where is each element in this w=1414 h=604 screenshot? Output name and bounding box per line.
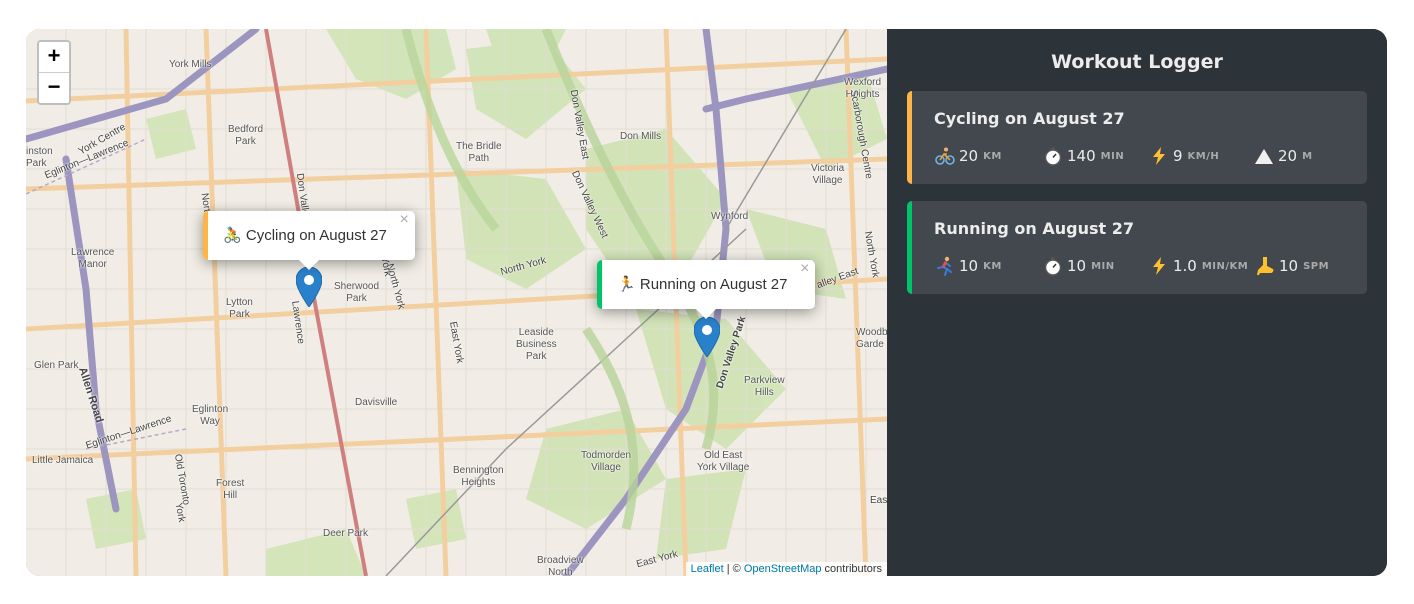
lightning-icon — [1149, 146, 1169, 166]
workout-accent-bar — [907, 201, 912, 294]
lightning-icon — [1149, 256, 1169, 276]
stat-unit: MIN — [1091, 260, 1115, 272]
label-forest-hill: Forest Hill — [216, 478, 245, 501]
sidebar: Workout Logger Cycling on August 27 20 KM… — [887, 29, 1387, 576]
label-eas: Eas — [870, 495, 887, 506]
label-inston-park: inston Park — [26, 146, 53, 169]
app-container: York Mills Bedford Park The Bridle Path … — [26, 29, 1387, 576]
label-woodbine-gardens: Woodb Garde — [856, 327, 887, 350]
label-leaside-business-park: Leaside Business Park — [516, 327, 557, 362]
stat-pace: 1.0 MIN/KM — [1149, 256, 1248, 276]
stat-speed: 9 KM/H — [1149, 146, 1219, 166]
stat-unit: M — [1302, 150, 1313, 162]
label-sherwood-park: Sherwood Park — [334, 281, 380, 304]
label-broadview-north: Broadview North — [537, 555, 584, 576]
stat-value: 10 — [959, 257, 979, 275]
label-bedford-park: Bedford Park — [228, 124, 264, 147]
popup-close-button[interactable]: × — [399, 195, 408, 244]
zoom-in-button[interactable]: + — [39, 42, 69, 72]
stat-value: 140 — [1067, 147, 1096, 165]
zoom-out-button[interactable]: − — [39, 72, 69, 103]
label-the-bridle-path: The Bridle Path — [456, 141, 502, 164]
stopwatch-icon — [1043, 256, 1063, 276]
stat-duration: 10 MIN — [1043, 256, 1115, 276]
popup-running: 🏃 Running on August 27 × — [597, 260, 816, 319]
workout-accent-bar — [907, 91, 912, 184]
map-attribution: Leaflet | © OpenStreetMap contributors — [685, 562, 887, 576]
zoom-control: + − — [37, 40, 71, 105]
stat-distance: 20 KM — [935, 146, 1002, 166]
popup-accent-cycling — [203, 211, 208, 260]
leaflet-link[interactable]: Leaflet — [691, 563, 724, 575]
attribution-separator: | © — [723, 563, 744, 575]
stat-unit: SPM — [1303, 260, 1330, 272]
workout-card-cycling[interactable]: Cycling on August 27 20 KM 140 MIN 9 KM/H — [907, 91, 1367, 184]
stat-unit: MIN/KM — [1201, 260, 1249, 272]
stat-value: 20 — [1278, 147, 1298, 165]
stat-value: 10 — [1279, 257, 1299, 275]
mountain-icon — [1254, 146, 1274, 166]
popup-text: Running on August 27 — [639, 276, 788, 293]
stat-value: 9 — [1173, 147, 1183, 165]
stat-unit: KM — [983, 150, 1002, 162]
openstreetmap-link[interactable]: OpenStreetMap — [744, 563, 822, 575]
stat-value: 10 — [1067, 257, 1087, 275]
label-wynford: Wynford — [711, 211, 749, 222]
label-bennington-heights: Bennington Heights — [453, 465, 504, 488]
attribution-suffix: contributors — [821, 563, 882, 575]
stat-distance: 10 KM — [935, 256, 1002, 276]
stopwatch-icon — [1043, 146, 1063, 166]
popup-text: Cycling on August 27 — [245, 227, 387, 244]
workout-title: Cycling on August 27 — [934, 109, 1125, 128]
map-marker-cycling[interactable] — [296, 267, 322, 307]
label-deer-park: Deer Park — [323, 528, 369, 539]
map[interactable]: York Mills Bedford Park The Bridle Path … — [26, 29, 887, 576]
popup-close-button[interactable]: × — [800, 244, 809, 293]
popup-tip — [298, 260, 319, 270]
stat-value: 20 — [959, 147, 979, 165]
stat-cadence: 10 SPM — [1255, 256, 1329, 276]
label-lawrence-manor: Lawrence Manor — [71, 247, 115, 270]
label-todmorden-village: Todmorden Village — [581, 450, 632, 473]
popup-accent-running — [597, 260, 602, 309]
popup-tip — [696, 309, 717, 319]
workout-card-running[interactable]: Running on August 27 10 KM 10 MIN 1.0 MIN/K… — [907, 201, 1367, 294]
stat-unit: KM/H — [1187, 150, 1220, 162]
label-old-east-york-village: Old East York Village — [697, 450, 750, 473]
label-victoria-village: Victoria Village — [811, 163, 845, 186]
stat-unit: KM — [983, 260, 1002, 272]
stat-elevation: 20 M — [1254, 146, 1313, 166]
label-parkview-hills: Parkview Hills — [744, 375, 785, 398]
stat-unit: MIN — [1100, 150, 1125, 162]
stat-duration: 140 MIN — [1043, 146, 1124, 166]
map-marker-running[interactable] — [694, 317, 720, 357]
workout-title: Running on August 27 — [934, 219, 1134, 238]
app-title: Workout Logger — [1051, 51, 1223, 73]
label-glen-park: Glen Park — [34, 360, 79, 371]
label-eglinton-way: Eglinton Way — [192, 404, 229, 427]
runner-icon: 🏃 — [617, 276, 640, 293]
label-little-jamaica: Little Jamaica — [32, 455, 94, 466]
label-york-mills: York Mills — [169, 59, 212, 70]
label-don-mills: Don Mills — [620, 131, 662, 142]
popup-cycling: 🚴 Cycling on August 27 × — [203, 211, 415, 270]
label-lytton-park: Lytton Park — [226, 297, 253, 320]
stat-value: 1.0 — [1173, 257, 1197, 275]
runner-icon — [935, 256, 955, 276]
footprint-icon — [1255, 256, 1275, 276]
label-davisville: Davisville — [355, 397, 398, 408]
cyclist-icon — [935, 146, 955, 166]
cyclist-icon: 🚴 — [223, 227, 246, 244]
